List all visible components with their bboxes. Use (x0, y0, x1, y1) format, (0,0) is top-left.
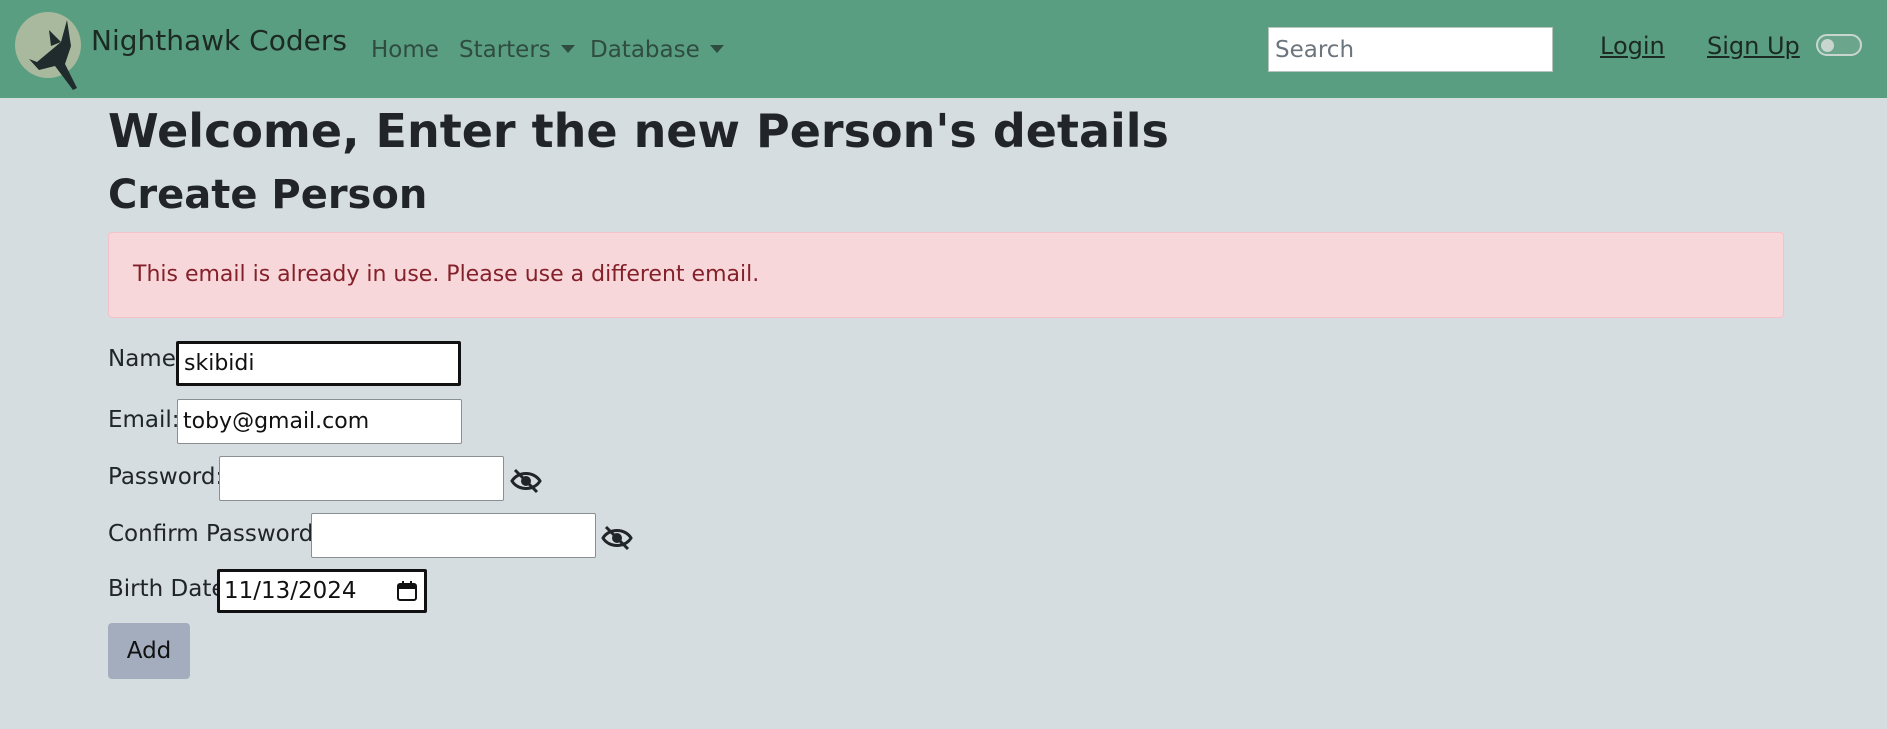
calendar-icon[interactable] (396, 580, 418, 602)
signup-link[interactable]: Sign Up (1707, 32, 1800, 60)
password-input[interactable] (219, 456, 504, 501)
password-label: Password: (108, 464, 224, 490)
toggle-knob (1821, 39, 1834, 52)
chevron-down-icon (560, 45, 575, 53)
nav-database-dropdown[interactable]: Database (590, 37, 724, 63)
error-alert: This email is already in use. Please use… (108, 232, 1784, 318)
brand-name[interactable]: Nighthawk Coders (91, 24, 347, 57)
chevron-down-icon (709, 45, 724, 53)
navbar: Nighthawk Coders Home Starters Database … (0, 0, 1887, 98)
birth-date-value: 11/13/2024 (224, 578, 357, 604)
email-label: Email: (108, 407, 180, 433)
eye-slash-icon[interactable] (510, 468, 542, 494)
search-input[interactable] (1268, 27, 1553, 72)
nighthawk-bird-icon[interactable] (15, 12, 81, 90)
confirm-password-label: Confirm Password: (108, 521, 322, 547)
name-label: Name: (108, 346, 184, 372)
birth-date-input[interactable]: 11/13/2024 (217, 569, 427, 613)
birth-date-label: Birth Date: (108, 576, 234, 602)
page-title: Welcome, Enter the new Person's details (108, 104, 1169, 158)
theme-toggle[interactable] (1816, 34, 1862, 56)
nav-home-link[interactable]: Home (371, 37, 439, 63)
email-input[interactable] (177, 399, 462, 444)
nav-starters-dropdown[interactable]: Starters (459, 37, 575, 63)
confirm-password-input[interactable] (311, 513, 596, 558)
nav-starters-label: Starters (459, 37, 551, 63)
alert-message: This email is already in use. Please use… (133, 262, 760, 287)
login-link[interactable]: Login (1600, 32, 1665, 60)
nav-database-label: Database (590, 37, 700, 63)
eye-slash-icon[interactable] (601, 525, 633, 551)
name-input[interactable] (176, 341, 461, 386)
section-title: Create Person (108, 172, 428, 218)
add-button[interactable]: Add (108, 623, 190, 679)
